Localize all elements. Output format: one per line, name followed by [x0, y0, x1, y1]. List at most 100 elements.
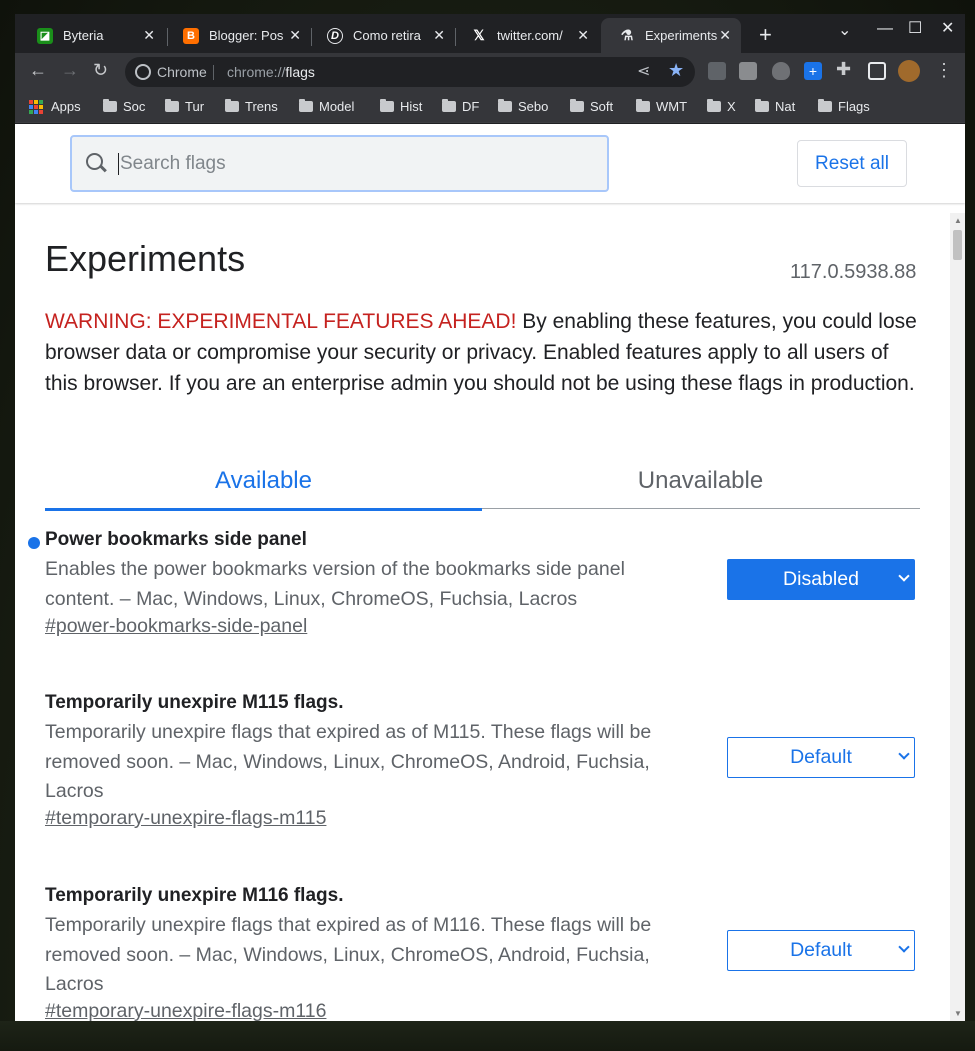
close-icon[interactable]: ✕ — [143, 27, 155, 44]
mouse-cursor — [918, 128, 927, 137]
d-icon: D — [327, 27, 343, 44]
page-title: Experiments — [45, 238, 246, 279]
close-window-icon[interactable]: ✕ — [941, 18, 954, 38]
flag-link[interactable]: #temporary-unexpire-flags-m115 — [45, 807, 326, 830]
bookmark-label: Sebo — [518, 99, 549, 114]
bookmark-folder-wmt[interactable]: WMT — [636, 99, 687, 114]
chevron-down-icon — [898, 748, 910, 760]
flag-item: Temporarily unexpire M116 flags. Tempora… — [45, 885, 925, 1021]
tab-title: Como retira — [353, 28, 421, 43]
flag-item: Temporarily unexpire M115 flags. Tempora… — [45, 692, 925, 852]
flag-link[interactable]: #power-bookmarks-side-panel — [45, 615, 307, 638]
tabs-row: Available Unavailable — [45, 453, 920, 511]
chevron-down-icon — [898, 941, 910, 953]
flag-description: Enables the power bookmarks version of t… — [45, 558, 625, 610]
tab-title: Byteria — [63, 28, 104, 43]
flag-item: Power bookmarks side panel Enables the p… — [28, 529, 925, 659]
flag-select[interactable]: Default — [727, 737, 915, 778]
minimize-icon[interactable]: — — [877, 20, 893, 38]
extensions-puzzle-icon[interactable]: ✚ — [836, 59, 851, 80]
bookmark-folder-hist[interactable]: Hist — [380, 99, 422, 114]
tab-available[interactable]: Available — [45, 453, 482, 511]
folder-icon — [636, 99, 650, 112]
new-tab-button[interactable]: + — [759, 22, 772, 48]
omnibox-chip: Chrome — [157, 64, 207, 80]
scroll-down-icon[interactable]: ▼ — [954, 1009, 962, 1018]
folder-icon — [755, 99, 769, 112]
bookmark-folder-tur[interactable]: Tur — [165, 99, 204, 114]
scrollbar-thumb[interactable] — [953, 230, 962, 260]
back-icon[interactable]: ← — [29, 60, 47, 81]
flag-name: Power bookmarks side panel — [45, 529, 307, 550]
ublock-icon[interactable] — [772, 62, 790, 80]
url-scheme: chrome:// — [227, 64, 286, 80]
folder-icon — [570, 99, 584, 112]
chevron-down-icon — [898, 570, 910, 582]
warning-lead: WARNING: EXPERIMENTAL FEATURES AHEAD! — [45, 310, 517, 333]
bookmark-folder-soft[interactable]: Soft — [570, 99, 613, 114]
share-icon[interactable]: ⋖ — [637, 61, 650, 81]
flag-link[interactable]: #temporary-unexpire-flags-m116 — [45, 1000, 326, 1021]
forward-icon[interactable]: → — [61, 60, 79, 81]
bookmark-folder-df[interactable]: DF — [442, 99, 479, 114]
bookmark-star-icon[interactable]: ★ — [668, 60, 684, 81]
bookmark-folder-trens[interactable]: Trens — [225, 99, 278, 114]
tab-experiments[interactable]: ⚗ Experiments ✕ — [601, 18, 741, 53]
bookmark-folder-model[interactable]: Model — [299, 99, 354, 114]
flag-name: Temporarily unexpire M116 flags. — [45, 885, 344, 906]
search-input[interactable]: Search flags — [70, 135, 609, 192]
bookmark-folder-x[interactable]: X — [707, 99, 736, 114]
tab-twitter[interactable]: 𝕏 twitter.com/ ✕ — [453, 18, 599, 53]
tab-como-retira[interactable]: D Como retira ✕ — [309, 18, 455, 53]
close-icon[interactable]: ✕ — [719, 27, 731, 44]
bookmark-apps[interactable]: Apps — [29, 99, 81, 114]
reload-icon[interactable]: ↻ — [93, 60, 108, 81]
bookmark-folder-nat[interactable]: Nat — [755, 99, 795, 114]
folder-icon — [818, 99, 832, 112]
avatar[interactable] — [898, 60, 920, 82]
flag-select[interactable]: Disabled — [727, 559, 915, 600]
extension-map-icon[interactable] — [739, 62, 757, 80]
folder-icon — [707, 99, 721, 112]
maximize-icon[interactable]: ☐ — [908, 18, 922, 38]
tab-blogger[interactable]: B Blogger: Pos ✕ — [165, 18, 311, 53]
close-icon[interactable]: ✕ — [289, 27, 301, 44]
close-icon[interactable]: ✕ — [433, 27, 445, 44]
flags-content: Experiments 117.0.5938.88 WARNING: EXPER… — [15, 213, 950, 1021]
url-path: flags — [285, 64, 315, 80]
extension-plus-icon[interactable]: + — [804, 62, 822, 80]
extension-play-icon[interactable] — [708, 62, 726, 80]
reset-all-button[interactable]: Reset all — [797, 140, 907, 187]
menu-icon[interactable]: ⋮ — [935, 60, 953, 81]
omnibox[interactable]: Chrome chrome://flags ⋖ ★ — [125, 57, 695, 87]
bookmark-folder-flags[interactable]: Flags — [818, 99, 870, 114]
omnibox-url: chrome://flags — [227, 64, 315, 80]
browser-window: ◪ Byteria ✕ B Blogger: Pos ✕ D Como reti… — [15, 14, 965, 1021]
bookmark-label: WMT — [656, 99, 688, 114]
folder-icon — [103, 99, 117, 112]
byteria-icon: ◪ — [37, 27, 53, 44]
page-scrollbar[interactable]: ▲ ▼ — [950, 213, 965, 1021]
tab-unavailable[interactable]: Unavailable — [482, 453, 919, 509]
toolbar: ← → ↻ Chrome chrome://flags ⋖ ★ + ✚ ⋮ — [15, 53, 965, 91]
bookmark-folder-soc[interactable]: Soc — [103, 99, 145, 114]
scroll-up-icon[interactable]: ▲ — [954, 216, 962, 225]
text-caret — [118, 152, 119, 175]
tab-strip: ◪ Byteria ✕ B Blogger: Pos ✕ D Como reti… — [15, 14, 965, 53]
tab-byteria[interactable]: ◪ Byteria ✕ — [19, 18, 165, 53]
folder-icon — [225, 99, 239, 112]
close-icon[interactable]: ✕ — [577, 27, 589, 44]
flag-name: Temporarily unexpire M115 flags. — [45, 692, 344, 713]
flag-select[interactable]: Default — [727, 930, 915, 971]
side-panel-icon[interactable] — [868, 62, 886, 80]
x-icon: 𝕏 — [473, 27, 485, 43]
apps-grid-icon — [29, 99, 43, 114]
tab-search-icon[interactable]: ⌄ — [838, 20, 851, 40]
bookmark-folder-sebo[interactable]: Sebo — [498, 99, 548, 114]
flag-description: Temporarily unexpire flags that expired … — [45, 914, 652, 995]
version-label: 117.0.5938.88 — [790, 261, 917, 283]
folder-icon — [299, 99, 313, 112]
search-placeholder: Search flags — [120, 152, 226, 174]
bookmark-label: Flags — [838, 99, 870, 114]
folder-icon — [380, 99, 394, 112]
